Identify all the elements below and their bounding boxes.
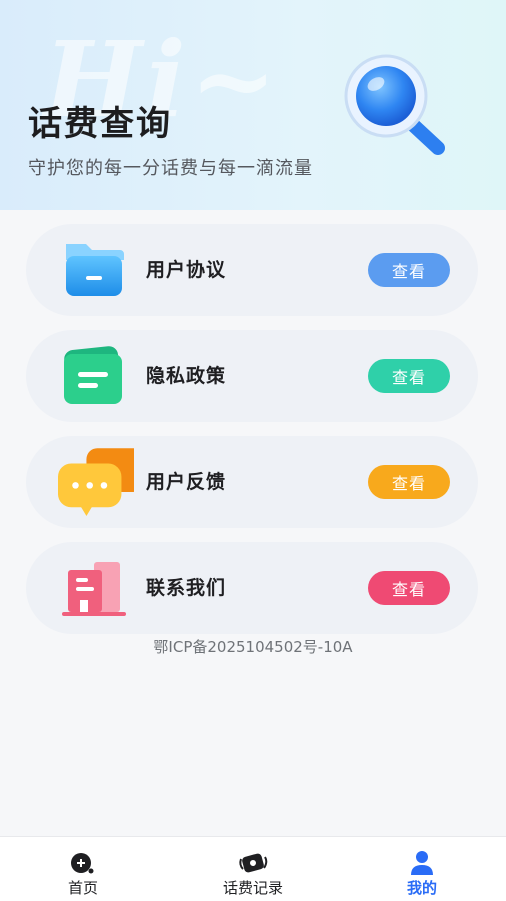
card-label: 隐私政策 [146,365,227,387]
card-label: 联系我们 [146,577,227,599]
tab-label: 首页 [67,879,98,897]
view-privacy-policy-button[interactable]: 查看 [368,359,450,393]
page-title: 话费查询 [28,104,172,144]
tab-profile[interactable]: 我的 [362,837,482,901]
profile-icon [411,851,433,875]
tab-label: 话费记录 [222,879,283,897]
card-label: 用户协议 [146,259,227,281]
building-icon [62,562,126,616]
card-user-agreement[interactable]: 用户协议 查看 [26,224,478,316]
chat-bubble-icon [58,448,134,516]
view-contact-us-button[interactable]: 查看 [368,571,450,605]
card-privacy-policy[interactable]: 隐私政策 查看 [26,330,478,422]
icp-registration-text[interactable]: 鄂ICP备2025104502号-10A [0,636,506,657]
magnifier-icon [344,54,445,155]
tab-label: 我的 [406,879,437,897]
home-icon [71,853,94,874]
bottom-tab-bar: 首页 话费记录 我的 [0,836,506,901]
card-label: 用户反馈 [146,471,227,493]
records-icon [239,853,268,873]
document-icon [64,346,122,404]
view-user-agreement-button[interactable]: 查看 [368,253,450,287]
page-header: Hi~ 话费查询 守护您的每一分话费与每一滴流量 [0,0,506,210]
folder-icon [66,244,124,296]
tab-home[interactable]: 首页 [23,837,143,901]
view-user-feedback-button[interactable]: 查看 [368,465,450,499]
card-user-feedback[interactable]: 用户反馈 查看 [26,436,478,528]
tab-records[interactable]: 话费记录 [193,837,313,901]
card-contact-us[interactable]: 联系我们 查看 [26,542,478,634]
page-subtitle: 守护您的每一分话费与每一滴流量 [28,158,313,179]
